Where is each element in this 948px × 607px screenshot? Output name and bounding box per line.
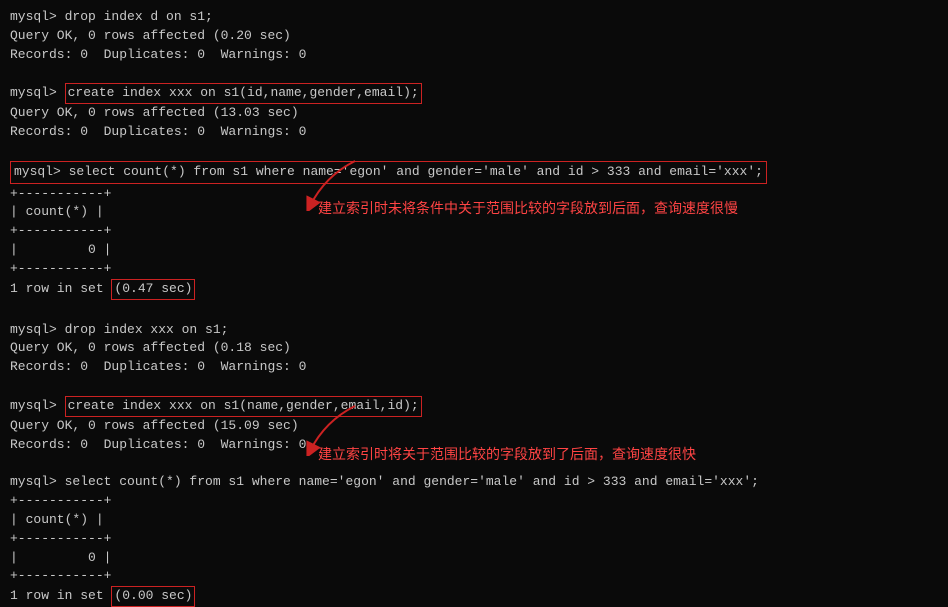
line-4 xyxy=(10,65,938,84)
annotation-2: 建立索引时将关于范围比较的字段放到了后面，查询速度很快 xyxy=(318,446,696,466)
line-1: mysql> drop index d on s1; xyxy=(10,8,938,27)
line-3: Records: 0 Duplicates: 0 Warnings: 0 xyxy=(10,46,938,65)
line-5: mysql> create index xxx on s1(id,name,ge… xyxy=(10,83,938,104)
line-22: Query OK, 0 rows affected (15.09 sec) xyxy=(10,417,938,436)
time-slow: (0.47 sec) xyxy=(111,279,195,300)
select-query-1: mysql> select count(*) from s1 where nam… xyxy=(10,161,767,184)
line-17: mysql> drop index xxx on s1; xyxy=(10,321,938,340)
line-25: mysql> select count(*) from s1 where nam… xyxy=(10,473,938,492)
line-2: Query OK, 0 rows affected (0.20 sec) xyxy=(10,27,938,46)
annotation-1: 建立索引时未将条件中关于范围比较的字段放到后面，查询速度很慢 xyxy=(318,200,738,220)
line-6: Query OK, 0 rows affected (13.03 sec) xyxy=(10,104,938,123)
line-29: | 0 | xyxy=(10,549,938,568)
line-20 xyxy=(10,377,938,396)
line-16 xyxy=(10,300,938,319)
line-21: mysql> create index xxx on s1(name,gende… xyxy=(10,396,938,417)
line-9: mysql> select count(*) from s1 where nam… xyxy=(14,163,763,182)
terminal: mysql> drop index d on s1; Query OK, 0 r… xyxy=(10,8,938,558)
line-30: +-----------+ xyxy=(10,567,938,586)
line-8 xyxy=(10,142,938,161)
line-15: 1 row in set (0.47 sec) xyxy=(10,279,938,300)
time-fast: (0.00 sec) xyxy=(111,586,195,607)
line-13: | 0 | xyxy=(10,241,938,260)
line-26: +-----------+ xyxy=(10,492,938,511)
line-31: 1 row in set (0.00 sec) xyxy=(10,586,938,607)
line-12: +-----------+ xyxy=(10,222,938,241)
line-14: +-----------+ xyxy=(10,260,938,279)
line-28: +-----------+ xyxy=(10,530,938,549)
line-7: Records: 0 Duplicates: 0 Warnings: 0 xyxy=(10,123,938,142)
line-18: Query OK, 0 rows affected (0.18 sec) xyxy=(10,339,938,358)
create-index-2: create index xxx on s1(name,gender,email… xyxy=(65,396,422,417)
line-27: | count(*) | xyxy=(10,511,938,530)
line-19: Records: 0 Duplicates: 0 Warnings: 0 xyxy=(10,358,938,377)
create-index-1: create index xxx on s1(id,name,gender,em… xyxy=(65,83,422,104)
